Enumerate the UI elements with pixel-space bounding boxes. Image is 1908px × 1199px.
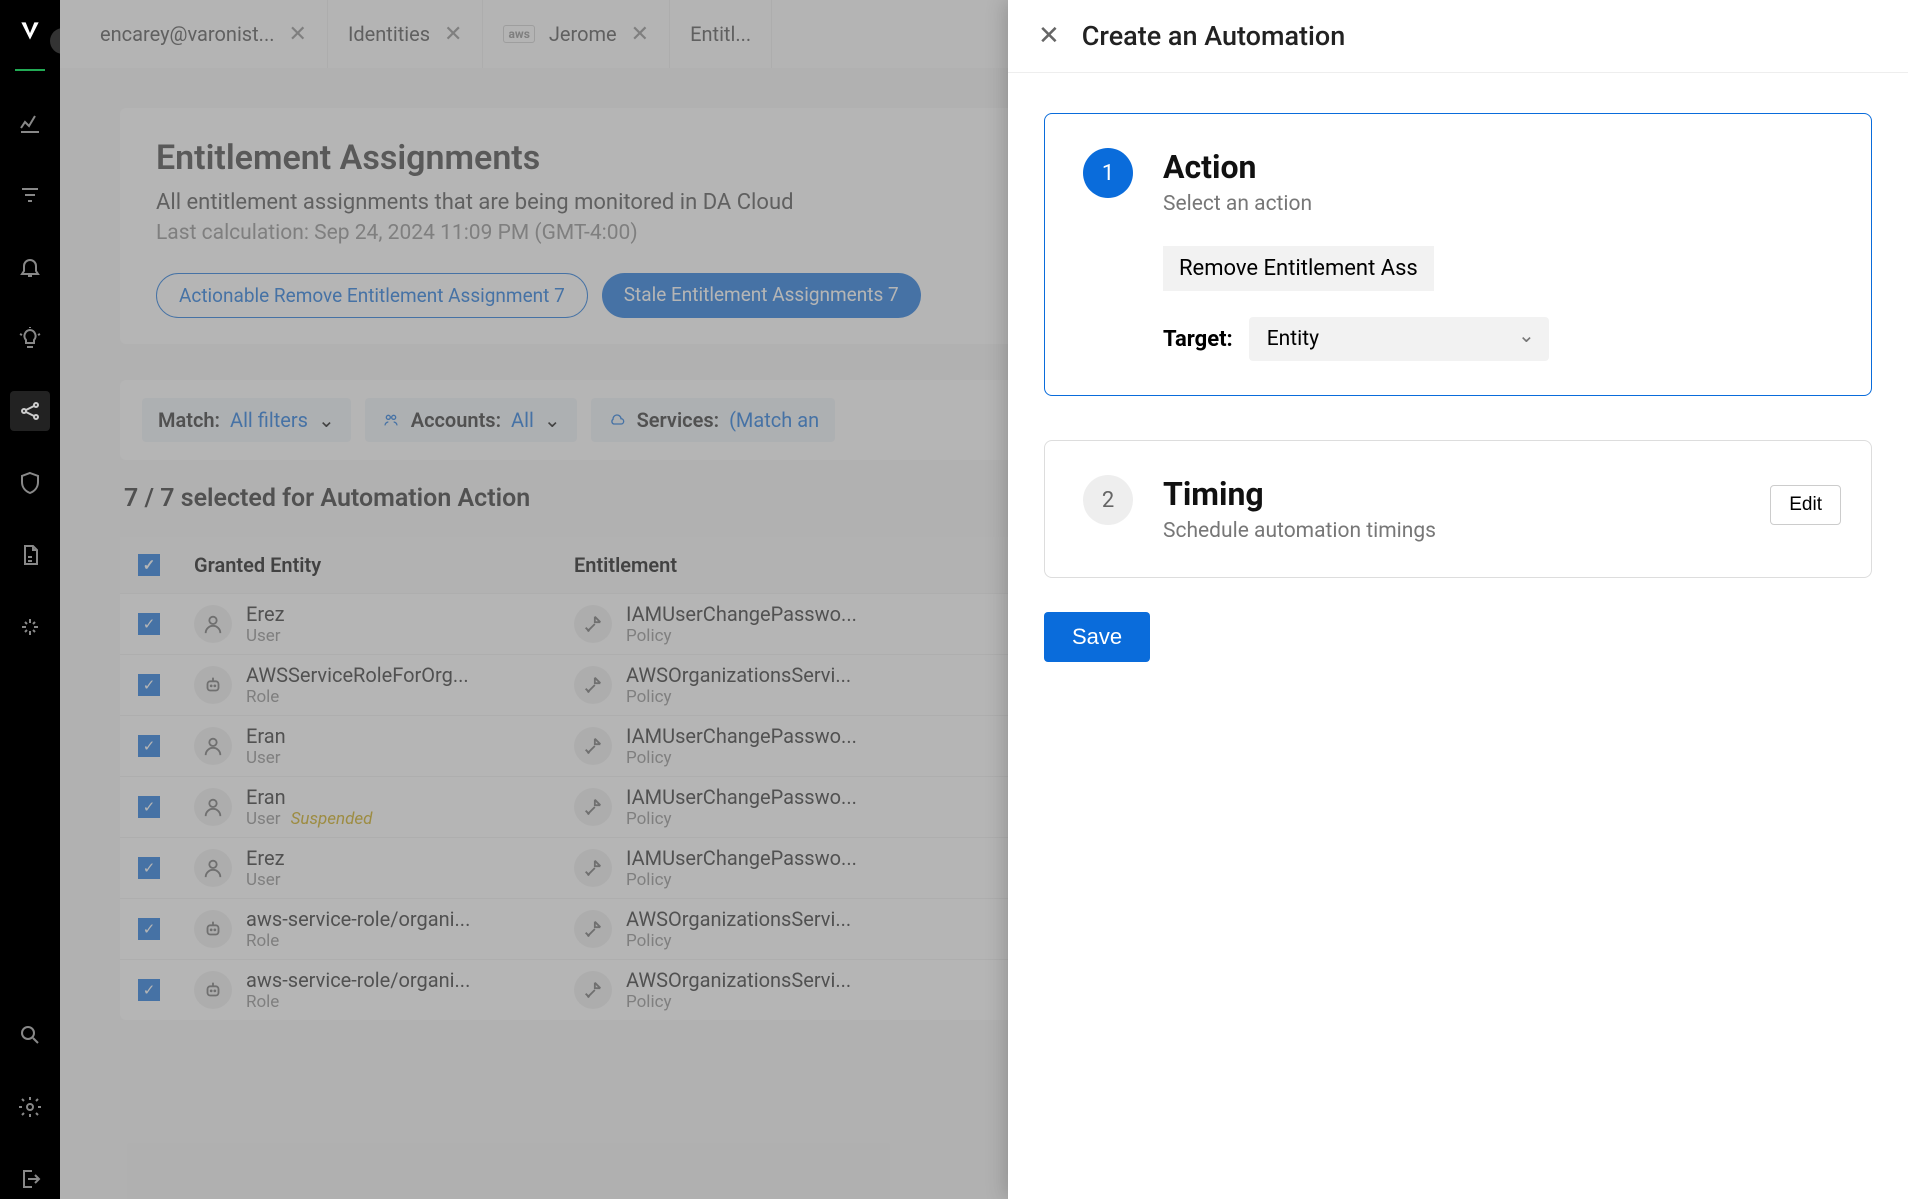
logo[interactable]: [17, 18, 43, 51]
action-chip[interactable]: Remove Entitlement Ass: [1163, 246, 1434, 291]
search-icon[interactable]: [10, 1015, 50, 1055]
target-dropdown[interactable]: Entity: [1249, 317, 1549, 361]
step1-title: Action: [1163, 148, 1833, 186]
lightbulb-icon[interactable]: [10, 319, 50, 359]
panel-title: Create an Automation: [1082, 20, 1345, 52]
step1-subtitle: Select an action: [1163, 192, 1833, 216]
graph-icon[interactable]: [10, 391, 50, 431]
step-timing: 2 Timing Schedule automation timings Edi…: [1044, 440, 1872, 578]
accent-divider: [15, 69, 45, 71]
sparkle-icon[interactable]: [10, 607, 50, 647]
gear-icon[interactable]: [10, 1087, 50, 1127]
automation-panel: ✕ Create an Automation 1 Action Select a…: [1008, 0, 1908, 1199]
logout-icon[interactable]: [10, 1159, 50, 1199]
shield-icon[interactable]: [10, 463, 50, 503]
target-label: Target:: [1163, 327, 1233, 352]
bell-icon[interactable]: [10, 247, 50, 287]
document-icon[interactable]: [10, 535, 50, 575]
step-number-2: 2: [1083, 475, 1133, 525]
close-icon[interactable]: ✕: [1038, 21, 1060, 51]
analytics-icon[interactable]: [10, 103, 50, 143]
sidebar: ›: [0, 0, 60, 1199]
step2-title: Timing: [1163, 475, 1833, 513]
step-number-1: 1: [1083, 148, 1133, 198]
step2-subtitle: Schedule automation timings: [1163, 519, 1833, 543]
filter-icon[interactable]: [10, 175, 50, 215]
save-button[interactable]: Save: [1044, 612, 1150, 662]
step-action: 1 Action Select an action Remove Entitle…: [1044, 113, 1872, 396]
edit-button[interactable]: Edit: [1770, 485, 1841, 525]
